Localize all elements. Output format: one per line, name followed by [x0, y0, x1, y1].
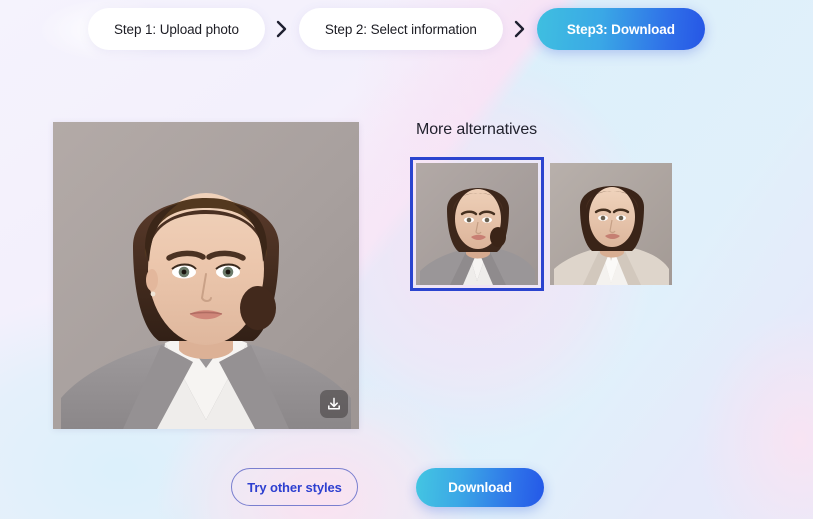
- portrait-image-main: [53, 122, 359, 429]
- step-1-upload-photo[interactable]: Step 1: Upload photo: [88, 8, 265, 50]
- step-3-download[interactable]: Step3: Download: [536, 8, 705, 50]
- step-3-label: Step3: Download: [566, 21, 675, 37]
- app-root: Step 1: Upload photo Step 2: Select info…: [0, 0, 813, 519]
- try-other-styles-button[interactable]: Try other styles: [231, 468, 358, 506]
- alternative-thumbnail-1[interactable]: [410, 157, 544, 291]
- download-icon: [328, 397, 340, 410]
- step-1-label: Step 1: Upload photo: [114, 21, 239, 37]
- portrait-image-alt-2: [550, 163, 672, 285]
- chevron-right-icon: [265, 20, 299, 38]
- step-2-label: Step 2: Select information: [324, 21, 477, 37]
- progress-stepper: Step 1: Upload photo Step 2: Select info…: [88, 8, 705, 50]
- alternative-thumbnail-2[interactable]: [550, 163, 672, 285]
- chevron-right-icon: [503, 20, 537, 38]
- download-button-label: Download: [448, 480, 512, 495]
- try-other-styles-label: Try other styles: [247, 479, 342, 495]
- download-button[interactable]: Download: [416, 468, 544, 507]
- alternatives-title: More alternatives: [416, 121, 538, 138]
- main-photo-preview[interactable]: [53, 122, 359, 429]
- alternatives-list: [410, 157, 672, 291]
- download-icon-button[interactable]: [320, 390, 348, 418]
- portrait-image-alt-1: [416, 163, 538, 285]
- step-2-select-information[interactable]: Step 2: Select information: [298, 8, 503, 50]
